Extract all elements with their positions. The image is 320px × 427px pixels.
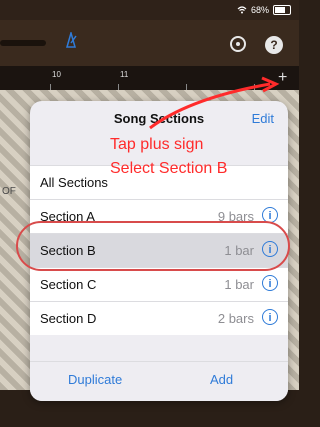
- annotation-text: Tap plus sign: [110, 136, 204, 153]
- settings-icon[interactable]: [230, 36, 246, 52]
- ruler: 10 11: [0, 66, 299, 90]
- section-label: All Sections: [40, 175, 108, 190]
- metronome-icon[interactable]: [64, 30, 78, 53]
- duplicate-button[interactable]: Duplicate: [68, 372, 122, 387]
- battery-fill: [275, 7, 285, 13]
- section-label: Section C: [40, 277, 97, 292]
- status-bar: 68%: [0, 0, 299, 20]
- wifi-icon: [237, 6, 247, 14]
- annotation-ellipse: [16, 221, 290, 271]
- status-right: 68%: [237, 5, 291, 15]
- ruler-number: 11: [120, 70, 129, 79]
- help-button[interactable]: ?: [265, 36, 283, 54]
- section-bars: 1 bar: [224, 277, 254, 292]
- battery-icon: [273, 5, 291, 15]
- edit-button[interactable]: Edit: [252, 111, 274, 126]
- battery-percentage: 68%: [250, 5, 269, 15]
- info-icon[interactable]: i: [262, 275, 278, 291]
- section-row-d[interactable]: Section D 2 bars i: [30, 301, 288, 335]
- section-row-c[interactable]: Section C 1 bar i: [30, 267, 288, 301]
- add-section-plus-button[interactable]: +: [278, 70, 287, 86]
- annotation-text: Select Section B: [110, 160, 228, 177]
- volume-slider[interactable]: [0, 40, 46, 46]
- popover-title: Song Sections: [113, 111, 205, 126]
- ruler-number: 10: [52, 70, 61, 79]
- add-button[interactable]: Add: [210, 372, 233, 387]
- popover-footer: Duplicate Add: [30, 361, 288, 401]
- section-label: Section D: [40, 311, 97, 326]
- popover-header: Song Sections Edit: [30, 101, 288, 137]
- background-partial-text: OF: [2, 186, 16, 197]
- info-icon[interactable]: i: [262, 309, 278, 325]
- section-bars: 2 bars: [217, 311, 254, 326]
